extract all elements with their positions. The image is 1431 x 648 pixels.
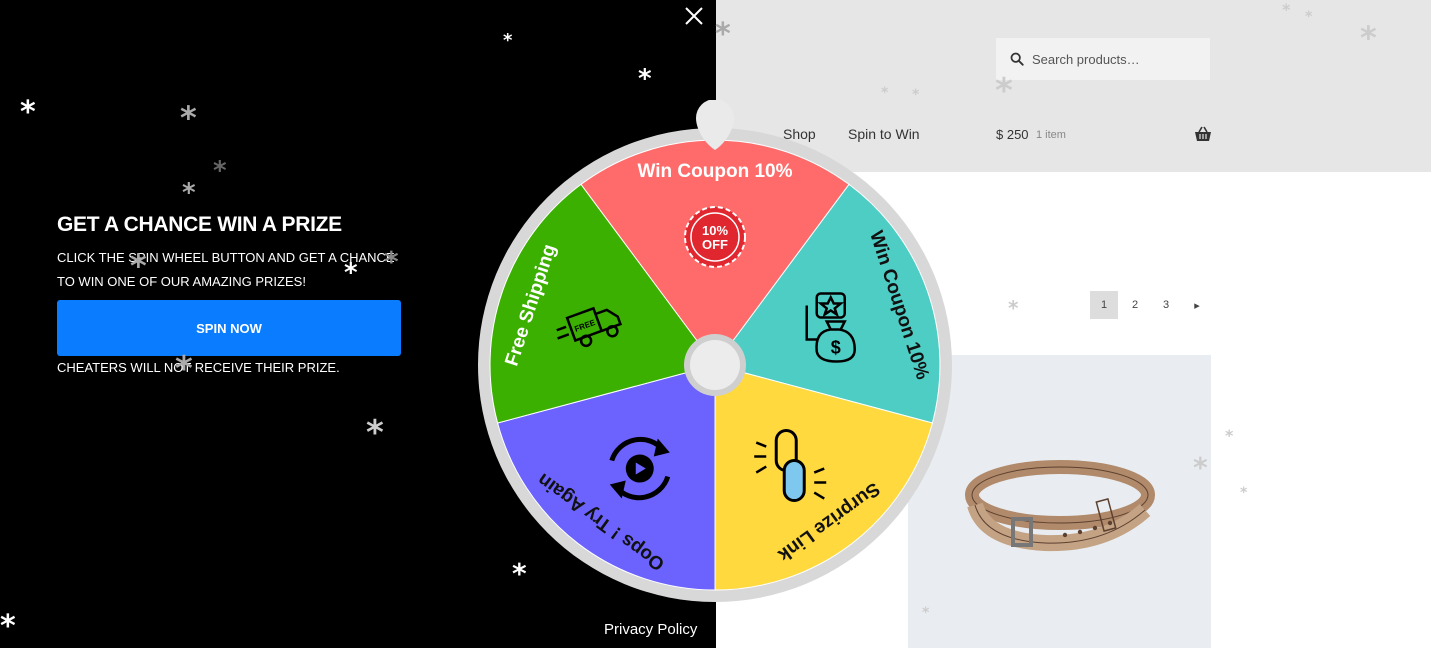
snowflake-icon: * xyxy=(715,17,731,52)
snowflake-icon: * xyxy=(384,245,399,278)
basket-icon[interactable] xyxy=(1194,126,1212,142)
snowflake-icon: * xyxy=(344,258,358,288)
belt-product-image[interactable] xyxy=(965,455,1155,555)
snowflake-icon: * xyxy=(503,30,513,51)
snowflake-icon: * xyxy=(0,609,16,644)
pagination: 1 2 3 ▸ xyxy=(1090,291,1211,319)
snowflake-icon: * xyxy=(366,413,384,453)
snowflake-icon: * xyxy=(182,178,196,208)
svg-text:OFF: OFF xyxy=(702,237,728,252)
page-3[interactable]: 3 xyxy=(1152,291,1180,319)
search-box[interactable] xyxy=(996,38,1210,80)
prize-wheel[interactable]: Win Coupon 10% Win Coupon 10% Surprize L… xyxy=(470,100,960,610)
wheel-pointer-dot xyxy=(710,113,720,123)
snowflake-icon: * xyxy=(1193,451,1208,484)
search-input[interactable] xyxy=(1030,50,1204,68)
svg-text:$: $ xyxy=(831,337,841,357)
spin-now-button[interactable]: SPIN NOW xyxy=(57,300,401,356)
snowflake-icon: * xyxy=(213,156,227,186)
snowflake-icon: * xyxy=(881,85,889,101)
snowflake-icon: * xyxy=(1008,296,1019,320)
snowflake-icon: * xyxy=(130,247,147,285)
snowflake-icon: * xyxy=(1360,19,1377,57)
page-1[interactable]: 1 xyxy=(1090,291,1118,319)
cart-count[interactable]: 1 item xyxy=(1036,129,1066,141)
snowflake-icon: * xyxy=(1225,426,1234,445)
snowflake-icon: * xyxy=(180,99,197,137)
snowflake-icon: * xyxy=(995,71,1013,111)
snowflake-icon: * xyxy=(175,349,193,389)
close-icon[interactable] xyxy=(682,4,706,28)
cheaters-warning: CHEATERS WILL NOT RECEIVE THEIR PRIZE. xyxy=(57,360,340,375)
segment-label: Win Coupon 10% xyxy=(638,161,793,182)
snowflake-icon: * xyxy=(638,64,652,94)
page-2[interactable]: 2 xyxy=(1121,291,1149,319)
search-icon xyxy=(1010,52,1024,66)
snowflake-icon: * xyxy=(1282,0,1291,19)
coupon-badge-icon: 10% OFF xyxy=(684,206,746,268)
wheel-hub-inner xyxy=(690,340,740,390)
privacy-policy-link[interactable]: Privacy Policy xyxy=(604,621,697,638)
cart-amount[interactable]: $ 250 xyxy=(996,127,1029,142)
popup-headline: GET A CHANCE WIN A PRIZE xyxy=(57,213,342,236)
snowflake-icon: * xyxy=(1305,9,1313,25)
next-page-icon[interactable]: ▸ xyxy=(1183,291,1211,319)
snowflake-icon: * xyxy=(20,95,36,130)
svg-text:10%: 10% xyxy=(702,223,728,238)
snowflake-icon: * xyxy=(1240,485,1248,501)
